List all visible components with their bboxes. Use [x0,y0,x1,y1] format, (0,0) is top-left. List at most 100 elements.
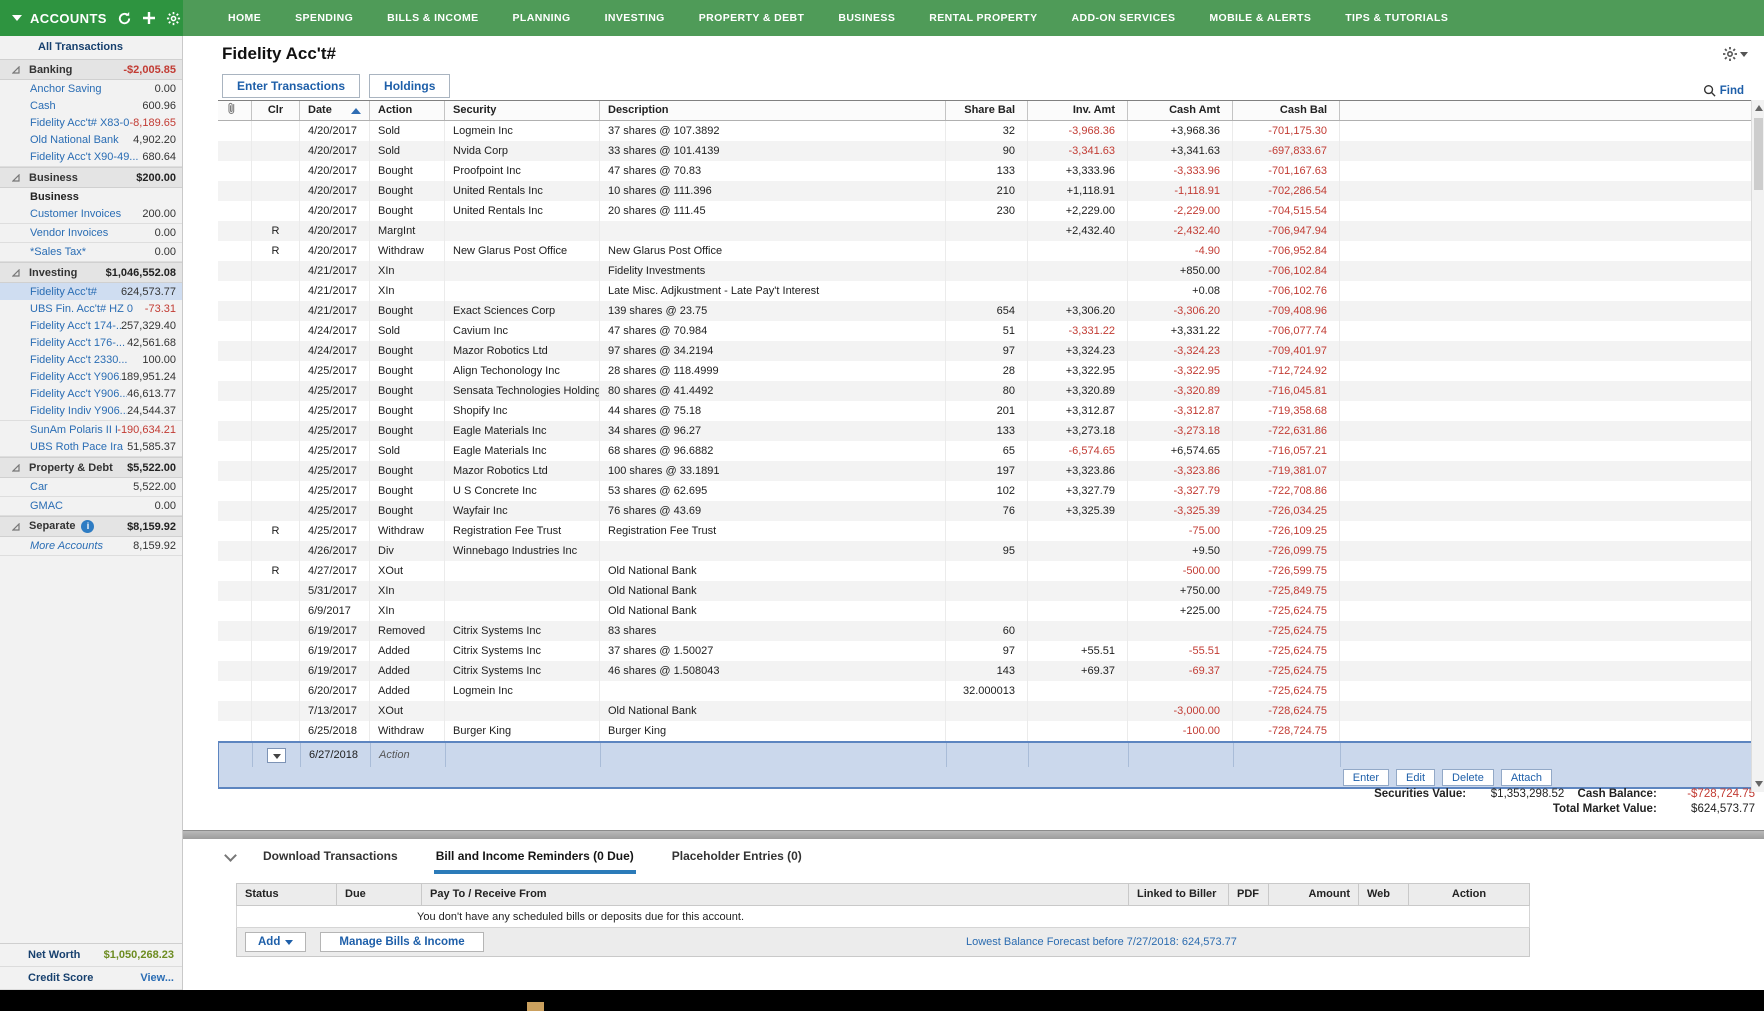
transaction-row[interactable]: 6/19/2017AddedCitrix Systems Inc37 share… [218,641,1755,661]
transaction-row[interactable]: 4/20/2017BoughtUnited Rentals Inc20 shar… [218,201,1755,221]
share-bal-column-header[interactable]: Share Bal [946,101,1028,120]
info-icon[interactable]: i [81,520,94,533]
credit-score-view-link[interactable]: View... [140,972,174,984]
refresh-icon[interactable] [117,11,132,26]
linked-biller-column-header[interactable]: Linked to Biller [1129,884,1229,905]
sidebar-item-old-national-bank[interactable]: Old National Bank4,902.20 [0,131,182,148]
collapse-panel-icon[interactable] [224,849,237,862]
panel-splitter[interactable] [183,830,1764,839]
sidebar-item-ubs-roth-pace-ira[interactable]: UBS Roth Pace Ira ...51,585.37 [0,438,182,457]
transaction-row[interactable]: 4/24/2017BoughtMazor Robotics Ltd97 shar… [218,341,1755,361]
sidebar-item-more-accounts[interactable]: More Accounts8,159.92 [0,537,182,556]
sidebar-item-all-transactions[interactable]: All Transactions [0,36,182,59]
accounts-dropdown-icon[interactable] [12,15,22,21]
transaction-row[interactable]: 5/31/2017XInOld National Bank+750.00-725… [218,581,1755,601]
scroll-up-icon[interactable] [1755,105,1763,111]
nav-item-property-debt[interactable]: PROPERTY & DEBT [682,12,822,24]
nav-item-mobile-alerts[interactable]: MOBILE & ALERTS [1192,12,1328,24]
transaction-row[interactable]: 6/19/2017RemovedCitrix Systems Inc83 sha… [218,621,1755,641]
nav-item-business[interactable]: BUSINESS [821,12,912,24]
transaction-row[interactable]: 4/25/2017BoughtAlign Techonology Inc28 s… [218,361,1755,381]
enter-button[interactable]: Enter [1343,769,1389,786]
sidebar-item-car[interactable]: Car5,522.00 [0,478,182,497]
transaction-row[interactable]: R4/25/2017WithdrawRegistration Fee Trust… [218,521,1755,541]
tab-placeholder-entries-0[interactable]: Placeholder Entries (0) [670,840,804,874]
transaction-row[interactable]: 4/21/2017XInLate Misc. Adjkustment - Lat… [218,281,1755,301]
transaction-row[interactable]: 4/26/2017DivWinnebago Industries Inc95+9… [218,541,1755,561]
sidebar-item-sales-tax[interactable]: *Sales Tax*0.00 [0,243,182,262]
action-column-header[interactable]: Action [370,101,445,120]
sidebar-section-investing[interactable]: Investing$1,046,552.08 [0,262,182,283]
scroll-down-icon[interactable] [1755,781,1763,787]
nav-item-add-on-services[interactable]: ADD-ON SERVICES [1055,12,1193,24]
net-worth-row[interactable]: Net Worth $1,050,268.23 [0,944,182,967]
nav-item-home[interactable]: HOME [211,12,278,24]
action-column-header-bills[interactable]: Action [1409,884,1529,905]
sidebar-item-anchor-saving[interactable]: Anchor Saving0.00 [0,80,182,97]
web-column-header[interactable]: Web [1359,884,1409,905]
date-column-header[interactable]: Date [300,101,370,120]
transaction-row[interactable]: R4/20/2017MargInt+2,432.40-2,432.40-706,… [218,221,1755,241]
transaction-row[interactable]: 4/21/2017XInFidelity Investments+850.00-… [218,261,1755,281]
attachment-column-header[interactable] [218,101,252,120]
inv-amt-column-header[interactable]: Inv. Amt [1028,101,1128,120]
pdf-column-header[interactable]: PDF [1229,884,1269,905]
nav-item-rental-property[interactable]: RENTAL PROPERTY [912,12,1054,24]
amount-column-header[interactable]: Amount [1269,884,1359,905]
tab-download-transactions[interactable]: Download Transactions [261,840,400,874]
transaction-row[interactable]: 7/13/2017XOutOld National Bank-3,000.00-… [218,701,1755,721]
transaction-row[interactable]: 4/21/2017BoughtExact Sciences Corp139 sh… [218,301,1755,321]
transaction-row[interactable]: 4/25/2017SoldEagle Materials Inc68 share… [218,441,1755,461]
delete-button[interactable]: Delete [1442,769,1494,786]
section-collapse-icon[interactable] [12,174,20,182]
sidebar-section-property-debt[interactable]: Property & Debt$5,522.00 [0,457,182,478]
accounts-settings-icon[interactable] [166,11,181,26]
sidebar-item-ubs-fin-acc-t-hz-0[interactable]: UBS Fin. Acc't# HZ 0-73.31 [0,300,182,317]
clr-dropdown[interactable] [267,748,286,763]
transaction-row[interactable]: 4/20/2017BoughtUnited Rentals Inc10 shar… [218,181,1755,201]
transaction-row[interactable]: R4/27/2017XOutOld National Bank-500.00-7… [218,561,1755,581]
sidebar-item-sunam-polaris-ii-p[interactable]: SunAm Polaris II P...-190,634.21 [0,421,182,438]
security-column-header[interactable]: Security [445,101,600,120]
transaction-row[interactable]: 4/25/2017BoughtSensata Technologies Hold… [218,381,1755,401]
nav-item-tips-tutorials[interactable]: TIPS & TUTORIALS [1328,12,1465,24]
holdings-button[interactable]: Holdings [369,74,450,98]
sidebar-item-fidelity-acc-t-y906[interactable]: Fidelity Acc't Y906...189,951.24 [0,368,182,385]
find-control[interactable]: Find [1703,84,1744,97]
sidebar-item-fidelity-acc-t-x83-0[interactable]: Fidelity Acc't# X83-0...-8,189.65 [0,114,182,131]
sidebar-item-fidelity-indiv-y906[interactable]: Fidelity Indiv Y906...24,544.37 [0,402,182,421]
payto-column-header[interactable]: Pay To / Receive From [422,884,1129,905]
section-collapse-icon[interactable] [12,464,20,472]
add-bill-button[interactable]: Add [245,932,306,952]
due-column-header[interactable]: Due [337,884,422,905]
attach-button[interactable]: Attach [1501,769,1552,786]
transaction-row[interactable]: 4/20/2017SoldNvida Corp33 shares @ 101.4… [218,141,1755,161]
transaction-row[interactable]: 4/25/2017BoughtMazor Robotics Ltd100 sha… [218,461,1755,481]
new-transaction-row[interactable]: 6/27/2018 Action [218,741,1755,767]
transaction-row[interactable]: 4/25/2017BoughtShopify Inc44 shares @ 75… [218,401,1755,421]
transaction-row[interactable]: R4/20/2017WithdrawNew Glarus Post Office… [218,241,1755,261]
transaction-row[interactable]: 6/20/2017AddedLogmein Inc32.000013-725,6… [218,681,1755,701]
lowest-balance-forecast-link[interactable]: Lowest Balance Forecast before 7/27/2018… [966,936,1237,948]
sidebar-item-fidelity-acc-t-y906[interactable]: Fidelity Acc't Y906...46,613.77 [0,385,182,402]
sidebar-section-business[interactable]: Business$200.00 [0,167,182,188]
sidebar-item-vendor-invoices[interactable]: Vendor Invoices0.00 [0,224,182,243]
add-account-icon[interactable] [142,11,156,25]
transaction-row[interactable]: 6/19/2017AddedCitrix Systems Inc46 share… [218,661,1755,681]
sidebar-item-fidelity-acc-t-x90-49[interactable]: Fidelity Acc't X90-49...680.64 [0,148,182,167]
accounts-bar[interactable]: ACCOUNTS [0,0,183,36]
section-collapse-icon[interactable] [12,523,20,531]
edit-button[interactable]: Edit [1396,769,1435,786]
sidebar-section-separate[interactable]: Separatei$8,159.92 [0,516,182,537]
description-column-header[interactable]: Description [600,101,946,120]
manage-bills-button[interactable]: Manage Bills & Income [320,932,483,952]
sidebar-section-banking[interactable]: Banking-$2,005.85 [0,59,182,80]
sidebar-item-fidelity-acc-t[interactable]: Fidelity Acc't#624,573.77 [0,283,182,300]
taskbar-item[interactable] [527,1002,544,1011]
clr-column-header[interactable]: Clr [252,101,300,120]
section-collapse-icon[interactable] [12,269,20,277]
sidebar-item-fidelity-acc-t-176[interactable]: Fidelity Acc't 176-...42,561.68 [0,334,182,351]
nav-item-spending[interactable]: SPENDING [278,12,370,24]
nav-item-bills-income[interactable]: BILLS & INCOME [370,12,495,24]
scrollbar-thumb[interactable] [1754,118,1763,190]
